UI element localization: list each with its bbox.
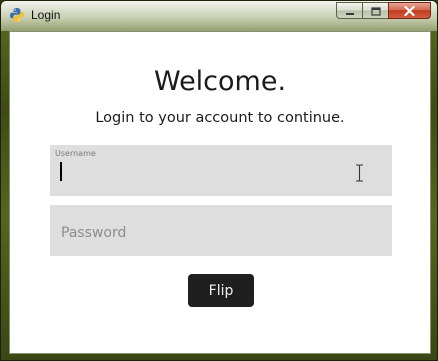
close-icon <box>404 1 415 20</box>
text-caret <box>60 162 62 181</box>
close-button[interactable] <box>388 2 431 19</box>
username-input[interactable] <box>60 159 340 189</box>
page-title: Welcome. <box>153 66 287 97</box>
login-window: Login Welcome. Login to your account to … <box>0 0 438 361</box>
login-form: Welcome. Login to your account to contin… <box>9 31 431 354</box>
window-title: Login <box>31 8 61 22</box>
username-field[interactable]: Username <box>50 145 392 196</box>
text-cursor-icon <box>355 164 364 182</box>
maximize-icon <box>370 1 381 20</box>
python-icon <box>9 7 25 23</box>
window-controls <box>336 2 431 21</box>
username-label: Username <box>55 149 96 158</box>
title-bar[interactable]: Login <box>1 1 437 31</box>
flip-button[interactable]: Flip <box>188 274 254 307</box>
password-field[interactable]: Password <box>50 205 392 256</box>
page-subtitle: Login to your account to continue. <box>95 110 345 126</box>
password-input[interactable] <box>60 219 340 249</box>
minimize-button[interactable] <box>336 2 362 19</box>
minimize-icon <box>345 1 355 20</box>
maximize-button[interactable] <box>362 2 388 19</box>
